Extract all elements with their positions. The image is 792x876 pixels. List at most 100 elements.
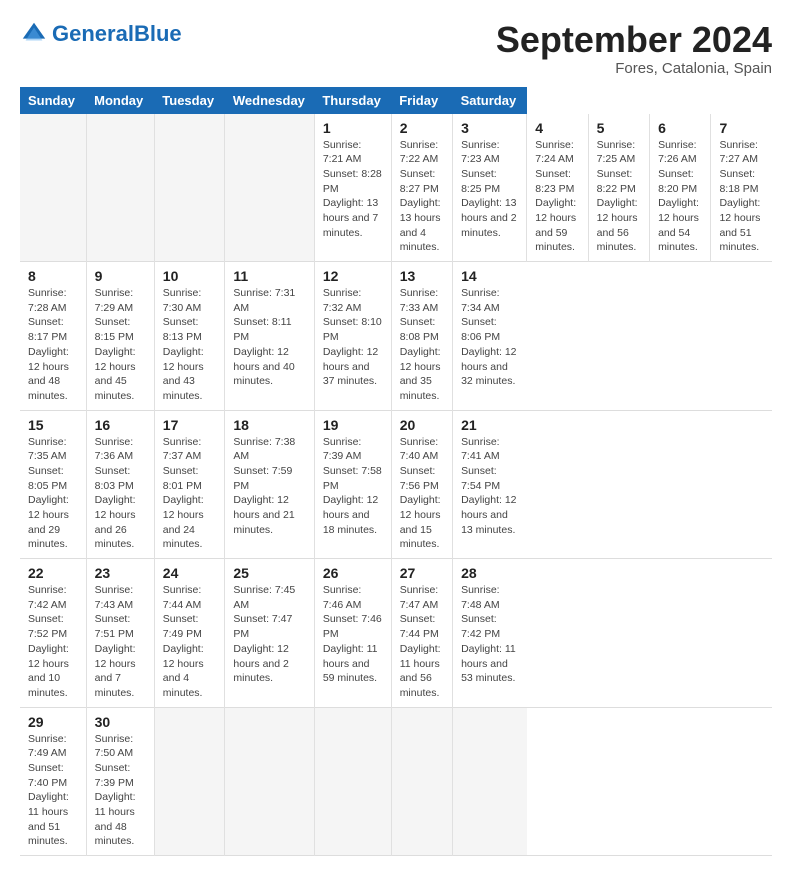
day-number: 16 (95, 417, 146, 433)
calendar-week-row: 29Sunrise: 7:49 AMSunset: 7:40 PMDayligh… (20, 707, 772, 856)
weekday-header-friday: Friday (391, 87, 452, 114)
calendar-cell: 21Sunrise: 7:41 AMSunset: 7:54 PMDayligh… (453, 410, 527, 559)
calendar-cell: 29Sunrise: 7:49 AMSunset: 7:40 PMDayligh… (20, 707, 86, 856)
day-info: Sunrise: 7:44 AMSunset: 7:49 PMDaylight:… (163, 583, 217, 701)
logo-text: GeneralBlue (52, 23, 182, 45)
day-number: 15 (28, 417, 78, 433)
page-header: GeneralBlue September 2024 Fores, Catalo… (20, 20, 772, 77)
day-info: Sunrise: 7:46 AMSunset: 7:46 PMDaylight:… (323, 583, 383, 686)
calendar-cell: 6 Sunrise: 7:26 AMSunset: 8:20 PMDaylight… (650, 114, 711, 262)
day-info: Sunrise: 7:42 AMSunset: 7:52 PMDaylight:… (28, 583, 78, 701)
calendar-header-row: SundayMondayTuesdayWednesdayThursdayFrid… (20, 87, 772, 114)
day-number: 22 (28, 565, 78, 581)
day-number: 2 (400, 120, 444, 136)
calendar-cell: 14 Sunrise: 7:34 AMSunset: 8:06 PMDayligh… (453, 262, 527, 411)
calendar-body: 1 Sunrise: 7:21 AMSunset: 8:28 PMDaylight… (20, 114, 772, 856)
day-info: Sunrise: 7:31 AMSunset: 8:11 PMDaylight:… (233, 286, 305, 389)
calendar-cell: 13 Sunrise: 7:33 AMSunset: 8:08 PMDayligh… (391, 262, 452, 411)
weekday-header-saturday: Saturday (453, 87, 527, 114)
calendar-cell (20, 114, 86, 262)
day-number: 1 (323, 120, 383, 136)
day-info: Sunrise: 7:26 AMSunset: 8:20 PMDaylight:… (658, 138, 702, 256)
calendar-cell: 7 Sunrise: 7:27 AMSunset: 8:18 PMDaylight… (711, 114, 772, 262)
day-number: 13 (400, 268, 444, 284)
calendar-cell (154, 114, 225, 262)
day-number: 26 (323, 565, 383, 581)
calendar-cell: 2Sunrise: 7:22 AMSunset: 8:27 PMDaylight… (391, 114, 452, 262)
day-info: Sunrise: 7:38 AMSunset: 7:59 PMDaylight:… (233, 435, 305, 538)
calendar-cell: 18Sunrise: 7:38 AMSunset: 7:59 PMDayligh… (225, 410, 314, 559)
day-info: Sunrise: 7:23 AMSunset: 8:25 PMDaylight:… (461, 138, 518, 241)
weekday-header-monday: Monday (86, 87, 154, 114)
location: Fores, Catalonia, Spain (496, 60, 772, 77)
day-info: Sunrise: 7:43 AMSunset: 7:51 PMDaylight:… (95, 583, 146, 701)
day-info: Sunrise: 7:49 AMSunset: 7:40 PMDaylight:… (28, 732, 78, 850)
calendar-cell: 5Sunrise: 7:25 AMSunset: 8:22 PMDaylight… (588, 114, 649, 262)
day-info: Sunrise: 7:37 AMSunset: 8:01 PMDaylight:… (163, 435, 217, 553)
day-info: Sunrise: 7:27 AMSunset: 8:18 PMDaylight:… (719, 138, 764, 256)
day-number: 14 (461, 268, 519, 284)
calendar-cell: 27 Sunrise: 7:47 AMSunset: 7:44 PMDayligh… (391, 559, 452, 708)
day-number: 3 (461, 120, 518, 136)
day-info: Sunrise: 7:41 AMSunset: 7:54 PMDaylight:… (461, 435, 519, 538)
day-info: Sunrise: 7:28 AMSunset: 8:17 PMDaylight:… (28, 286, 78, 404)
calendar-cell: 28 Sunrise: 7:48 AMSunset: 7:42 PMDayligh… (453, 559, 527, 708)
logo: GeneralBlue (20, 20, 182, 48)
day-info: Sunrise: 7:47 AMSunset: 7:44 PMDaylight:… (400, 583, 444, 701)
weekday-header-wednesday: Wednesday (225, 87, 314, 114)
day-number: 6 (658, 120, 702, 136)
day-number: 9 (95, 268, 146, 284)
calendar-cell (86, 114, 154, 262)
weekday-header-tuesday: Tuesday (154, 87, 225, 114)
calendar-cell: 30Sunrise: 7:50 AMSunset: 7:39 PMDayligh… (86, 707, 154, 856)
day-info: Sunrise: 7:30 AMSunset: 8:13 PMDaylight:… (163, 286, 217, 404)
day-info: Sunrise: 7:21 AMSunset: 8:28 PMDaylight:… (323, 138, 383, 241)
calendar-cell: 17 Sunrise: 7:37 AMSunset: 8:01 PMDayligh… (154, 410, 225, 559)
day-info: Sunrise: 7:25 AMSunset: 8:22 PMDaylight:… (597, 138, 641, 256)
calendar-cell (225, 114, 314, 262)
day-number: 25 (233, 565, 305, 581)
day-info: Sunrise: 7:48 AMSunset: 7:42 PMDaylight:… (461, 583, 519, 686)
calendar-cell: 25 Sunrise: 7:45 AMSunset: 7:47 PMDayligh… (225, 559, 314, 708)
day-number: 23 (95, 565, 146, 581)
weekday-header-thursday: Thursday (314, 87, 391, 114)
calendar-cell: 23 Sunrise: 7:43 AMSunset: 7:51 PMDayligh… (86, 559, 154, 708)
calendar-cell: 9 Sunrise: 7:29 AMSunset: 8:15 PMDaylight… (86, 262, 154, 411)
calendar-cell: 15Sunrise: 7:35 AMSunset: 8:05 PMDayligh… (20, 410, 86, 559)
day-number: 4 (535, 120, 579, 136)
day-number: 17 (163, 417, 217, 433)
day-number: 11 (233, 268, 305, 284)
day-number: 8 (28, 268, 78, 284)
calendar-cell: 19 Sunrise: 7:39 AMSunset: 7:58 PMDayligh… (314, 410, 391, 559)
calendar-cell: 12Sunrise: 7:32 AMSunset: 8:10 PMDayligh… (314, 262, 391, 411)
calendar-cell: 10 Sunrise: 7:30 AMSunset: 8:13 PMDayligh… (154, 262, 225, 411)
day-info: Sunrise: 7:45 AMSunset: 7:47 PMDaylight:… (233, 583, 305, 686)
day-info: Sunrise: 7:24 AMSunset: 8:23 PMDaylight:… (535, 138, 579, 256)
calendar-cell: 16Sunrise: 7:36 AMSunset: 8:03 PMDayligh… (86, 410, 154, 559)
calendar-table: SundayMondayTuesdayWednesdayThursdayFrid… (20, 87, 772, 857)
day-info: Sunrise: 7:33 AMSunset: 8:08 PMDaylight:… (400, 286, 444, 404)
day-info: Sunrise: 7:39 AMSunset: 7:58 PMDaylight:… (323, 435, 383, 538)
day-info: Sunrise: 7:34 AMSunset: 8:06 PMDaylight:… (461, 286, 519, 389)
day-info: Sunrise: 7:40 AMSunset: 7:56 PMDaylight:… (400, 435, 444, 553)
calendar-cell: 26 Sunrise: 7:46 AMSunset: 7:46 PMDayligh… (314, 559, 391, 708)
day-info: Sunrise: 7:50 AMSunset: 7:39 PMDaylight:… (95, 732, 146, 850)
day-info: Sunrise: 7:29 AMSunset: 8:15 PMDaylight:… (95, 286, 146, 404)
calendar-week-row: 22 Sunrise: 7:42 AMSunset: 7:52 PMDayligh… (20, 559, 772, 708)
calendar-cell (391, 707, 452, 856)
calendar-cell: 22 Sunrise: 7:42 AMSunset: 7:52 PMDayligh… (20, 559, 86, 708)
calendar-cell: 11 Sunrise: 7:31 AMSunset: 8:11 PMDayligh… (225, 262, 314, 411)
day-number: 27 (400, 565, 444, 581)
day-number: 28 (461, 565, 519, 581)
day-number: 10 (163, 268, 217, 284)
day-number: 19 (323, 417, 383, 433)
calendar-week-row: 1 Sunrise: 7:21 AMSunset: 8:28 PMDaylight… (20, 114, 772, 262)
day-number: 24 (163, 565, 217, 581)
calendar-cell (225, 707, 314, 856)
day-number: 7 (719, 120, 764, 136)
calendar-week-row: 15Sunrise: 7:35 AMSunset: 8:05 PMDayligh… (20, 410, 772, 559)
day-number: 12 (323, 268, 383, 284)
calendar-cell: 20Sunrise: 7:40 AMSunset: 7:56 PMDayligh… (391, 410, 452, 559)
calendar-cell (453, 707, 527, 856)
logo-icon (20, 20, 48, 48)
